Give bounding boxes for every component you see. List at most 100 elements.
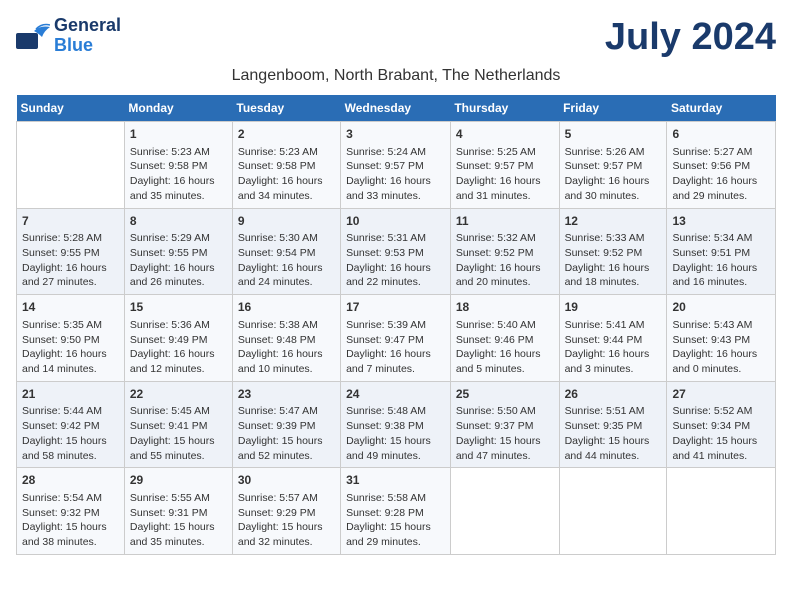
cell-daylight-info: Sunrise: 5:25 AM Sunset: 9:57 PM Dayligh… [456,145,554,204]
day-number: 4 [456,126,554,143]
calendar-cell: 31 Sunrise: 5:58 AM Sunset: 9:28 PM Dayli… [341,468,451,555]
logo-icon [16,23,50,49]
cell-daylight-info: Sunrise: 5:39 AM Sunset: 9:47 PM Dayligh… [346,318,445,377]
cell-daylight-info: Sunrise: 5:32 AM Sunset: 9:52 PM Dayligh… [456,231,554,290]
day-number: 11 [456,213,554,230]
cell-daylight-info: Sunrise: 5:23 AM Sunset: 9:58 PM Dayligh… [130,145,227,204]
cell-daylight-info: Sunrise: 5:30 AM Sunset: 9:54 PM Dayligh… [238,231,335,290]
calendar-cell: 7Sunrise: 5:28 AM Sunset: 9:55 PM Daylig… [17,208,125,295]
cell-daylight-info: Sunrise: 5:47 AM Sunset: 9:39 PM Dayligh… [238,404,335,463]
day-number: 3 [346,126,445,143]
calendar-cell: 11Sunrise: 5:32 AM Sunset: 9:52 PM Dayli… [450,208,559,295]
day-number: 8 [130,213,227,230]
cell-daylight-info: Sunrise: 5:45 AM Sunset: 9:41 PM Dayligh… [130,404,227,463]
calendar-cell: 23Sunrise: 5:47 AM Sunset: 9:39 PM Dayli… [232,381,340,468]
cell-daylight-info: Sunrise: 5:57 AM Sunset: 9:29 PM Dayligh… [238,491,335,550]
day-number: 25 [456,386,554,403]
calendar-cell: 4 Sunrise: 5:25 AM Sunset: 9:57 PM Daylig… [450,122,559,209]
logo-blue: Blue [54,35,93,55]
calendar-cell: 26Sunrise: 5:51 AM Sunset: 9:35 PM Dayli… [559,381,667,468]
logo: General Blue [16,16,121,56]
calendar-cell: 21Sunrise: 5:44 AM Sunset: 9:42 PM Dayli… [17,381,125,468]
calendar-cell: 1 Sunrise: 5:23 AM Sunset: 9:58 PM Daylig… [124,122,232,209]
calendar-cell: 20Sunrise: 5:43 AM Sunset: 9:43 PM Dayli… [667,295,776,382]
header-area: General Blue July 2024 [16,16,776,59]
calendar-cell: 5Sunrise: 5:26 AM Sunset: 9:57 PM Daylig… [559,122,667,209]
calendar-cell: 6 Sunrise: 5:27 AM Sunset: 9:56 PM Daylig… [667,122,776,209]
col-thursday: Thursday [450,95,559,122]
calendar-cell [667,468,776,555]
cell-daylight-info: Sunrise: 5:28 AM Sunset: 9:55 PM Dayligh… [22,231,119,290]
col-sunday: Sunday [17,95,125,122]
month-title: July 2024 [605,16,776,59]
cell-daylight-info: Sunrise: 5:55 AM Sunset: 9:31 PM Dayligh… [130,491,227,550]
cell-daylight-info: Sunrise: 5:27 AM Sunset: 9:56 PM Dayligh… [672,145,770,204]
cell-daylight-info: Sunrise: 5:34 AM Sunset: 9:51 PM Dayligh… [672,231,770,290]
day-number: 17 [346,299,445,316]
day-number: 10 [346,213,445,230]
calendar-cell: 13Sunrise: 5:34 AM Sunset: 9:51 PM Dayli… [667,208,776,295]
cell-daylight-info: Sunrise: 5:29 AM Sunset: 9:55 PM Dayligh… [130,231,227,290]
calendar-cell: 25Sunrise: 5:50 AM Sunset: 9:37 PM Dayli… [450,381,559,468]
col-monday: Monday [124,95,232,122]
calendar-cell: 27Sunrise: 5:52 AM Sunset: 9:34 PM Dayli… [667,381,776,468]
cell-daylight-info: Sunrise: 5:44 AM Sunset: 9:42 PM Dayligh… [22,404,119,463]
day-number: 29 [130,472,227,489]
calendar-table: Sunday Monday Tuesday Wednesday Thursday… [16,95,776,555]
day-number: 13 [672,213,770,230]
cell-daylight-info: Sunrise: 5:36 AM Sunset: 9:49 PM Dayligh… [130,318,227,377]
day-number: 24 [346,386,445,403]
day-number: 30 [238,472,335,489]
day-number: 14 [22,299,119,316]
day-number: 27 [672,386,770,403]
calendar-cell: 19Sunrise: 5:41 AM Sunset: 9:44 PM Dayli… [559,295,667,382]
calendar-header-row: Sunday Monday Tuesday Wednesday Thursday… [17,95,776,122]
calendar-cell: 15Sunrise: 5:36 AM Sunset: 9:49 PM Dayli… [124,295,232,382]
calendar-cell: 24Sunrise: 5:48 AM Sunset: 9:38 PM Dayli… [341,381,451,468]
calendar-cell [559,468,667,555]
location-title: Langenboom, North Brabant, The Netherlan… [16,67,776,85]
calendar-week-row: 14Sunrise: 5:35 AM Sunset: 9:50 PM Dayli… [17,295,776,382]
day-number: 6 [672,126,770,143]
calendar-cell: 18Sunrise: 5:40 AM Sunset: 9:46 PM Dayli… [450,295,559,382]
day-number: 12 [565,213,662,230]
day-number: 18 [456,299,554,316]
cell-daylight-info: Sunrise: 5:51 AM Sunset: 9:35 PM Dayligh… [565,404,662,463]
cell-daylight-info: Sunrise: 5:26 AM Sunset: 9:57 PM Dayligh… [565,145,662,204]
calendar-cell: 8Sunrise: 5:29 AM Sunset: 9:55 PM Daylig… [124,208,232,295]
calendar-week-row: 21Sunrise: 5:44 AM Sunset: 9:42 PM Dayli… [17,381,776,468]
calendar-cell: 30 Sunrise: 5:57 AM Sunset: 9:29 PM Dayli… [232,468,340,555]
calendar-cell: 3 Sunrise: 5:24 AM Sunset: 9:57 PM Daylig… [341,122,451,209]
calendar-cell: 9Sunrise: 5:30 AM Sunset: 9:54 PM Daylig… [232,208,340,295]
day-number: 21 [22,386,119,403]
calendar-week-row: 7Sunrise: 5:28 AM Sunset: 9:55 PM Daylig… [17,208,776,295]
day-number: 22 [130,386,227,403]
cell-daylight-info: Sunrise: 5:24 AM Sunset: 9:57 PM Dayligh… [346,145,445,204]
calendar-cell [450,468,559,555]
cell-daylight-info: Sunrise: 5:50 AM Sunset: 9:37 PM Dayligh… [456,404,554,463]
cell-daylight-info: Sunrise: 5:58 AM Sunset: 9:28 PM Dayligh… [346,491,445,550]
day-number: 26 [565,386,662,403]
calendar-cell: 14Sunrise: 5:35 AM Sunset: 9:50 PM Dayli… [17,295,125,382]
day-number: 1 [130,126,227,143]
day-number: 9 [238,213,335,230]
day-number: 31 [346,472,445,489]
calendar-cell: 10Sunrise: 5:31 AM Sunset: 9:53 PM Dayli… [341,208,451,295]
calendar-cell: 16 Sunrise: 5:38 AM Sunset: 9:48 PM Dayli… [232,295,340,382]
col-friday: Friday [559,95,667,122]
cell-daylight-info: Sunrise: 5:23 AM Sunset: 9:58 PM Dayligh… [238,145,335,204]
calendar-week-row: 1 Sunrise: 5:23 AM Sunset: 9:58 PM Daylig… [17,122,776,209]
cell-daylight-info: Sunrise: 5:52 AM Sunset: 9:34 PM Dayligh… [672,404,770,463]
calendar-cell [17,122,125,209]
calendar-cell: 22Sunrise: 5:45 AM Sunset: 9:41 PM Dayli… [124,381,232,468]
col-tuesday: Tuesday [232,95,340,122]
calendar-cell: 2Sunrise: 5:23 AM Sunset: 9:58 PM Daylig… [232,122,340,209]
cell-daylight-info: Sunrise: 5:43 AM Sunset: 9:43 PM Dayligh… [672,318,770,377]
cell-daylight-info: Sunrise: 5:38 AM Sunset: 9:48 PM Dayligh… [238,318,335,377]
day-number: 16 [238,299,335,316]
day-number: 28 [22,472,119,489]
calendar-cell: 17 Sunrise: 5:39 AM Sunset: 9:47 PM Dayli… [341,295,451,382]
calendar-cell: 12Sunrise: 5:33 AM Sunset: 9:52 PM Dayli… [559,208,667,295]
calendar-cell: 29 Sunrise: 5:55 AM Sunset: 9:31 PM Dayli… [124,468,232,555]
day-number: 19 [565,299,662,316]
